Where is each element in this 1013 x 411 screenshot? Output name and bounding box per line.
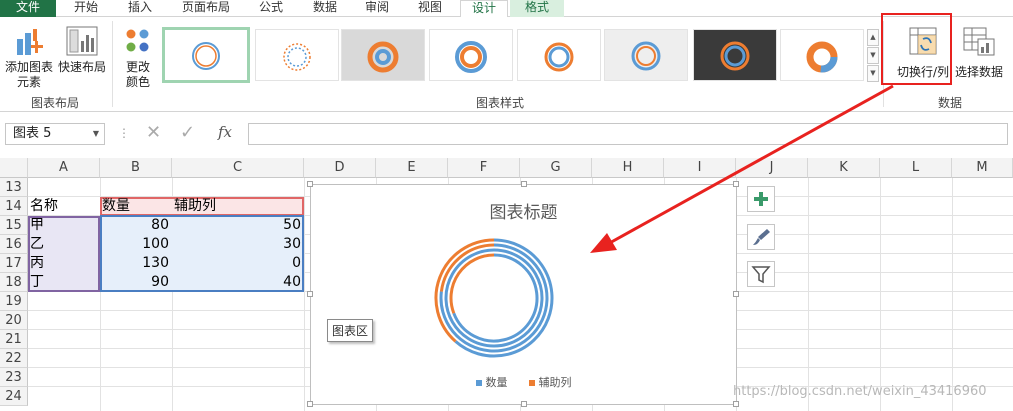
annotation-arrow (590, 84, 894, 253)
watermark: https://blog.csdn.net/weixin_43416960 (733, 384, 987, 399)
excel-window: 文件 开始 插入 页面布局 公式 数据 审阅 视图 设计 格式 添加图表 元素 (0, 0, 1013, 411)
